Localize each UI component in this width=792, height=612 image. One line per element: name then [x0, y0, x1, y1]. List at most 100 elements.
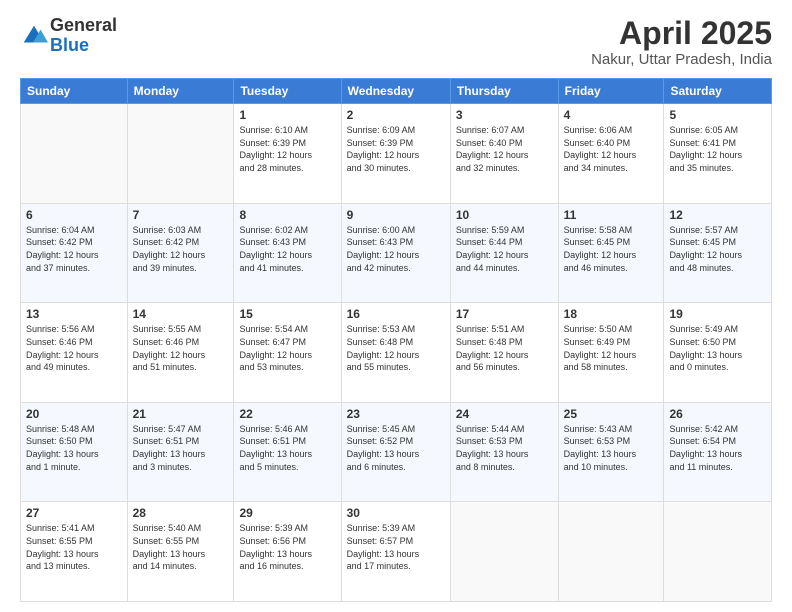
calendar-table: SundayMondayTuesdayWednesdayThursdayFrid… — [20, 78, 772, 602]
day-info: Sunrise: 5:43 AM Sunset: 6:53 PM Dayligh… — [564, 423, 659, 473]
day-info: Sunrise: 6:03 AM Sunset: 6:42 PM Dayligh… — [133, 224, 229, 274]
calendar-cell: 29Sunrise: 5:39 AM Sunset: 6:56 PM Dayli… — [234, 502, 341, 602]
calendar-cell: 22 Sunrise: 5:46 AM Sunset: 6:51 PM Dayli… — [234, 402, 341, 502]
day-info: Sunrise: 5:46 AM Sunset: 6:51 PM Dayligh… — [239, 423, 335, 473]
logo-area: General Blue — [20, 16, 117, 56]
day-number: 1 — [239, 108, 335, 122]
calendar-week-2: 6 Sunrise: 6:04 AM Sunset: 6:42 PM Daylig… — [21, 203, 772, 303]
calendar-cell: 11 Sunrise: 5:58 AM Sunset: 6:45 PM Dayli… — [558, 203, 664, 303]
location-title: Nakur, Uttar Pradesh, India — [591, 51, 772, 68]
day-info: Sunrise: 5:56 AM Sunset: 6:46 PM Dayligh… — [26, 323, 122, 373]
day-number: 16 — [347, 307, 445, 321]
day-number: 28 — [133, 506, 229, 520]
day-info: Sunrise: 6:09 AM Sunset: 6:39 PM Dayligh… — [347, 124, 445, 174]
day-number: 5 — [669, 108, 766, 122]
day-header-thursday: Thursday — [450, 79, 558, 104]
day-info: Sunrise: 6:00 AM Sunset: 6:43 PM Dayligh… — [347, 224, 445, 274]
day-number: 2 — [347, 108, 445, 122]
calendar-cell — [450, 502, 558, 602]
day-info: Sunrise: 5:53 AM Sunset: 6:48 PM Dayligh… — [347, 323, 445, 373]
day-number: 26 — [669, 407, 766, 421]
day-number: 25 — [564, 407, 659, 421]
calendar-cell: 30Sunrise: 5:39 AM Sunset: 6:57 PM Dayli… — [341, 502, 450, 602]
day-number: 3 — [456, 108, 553, 122]
day-number: 9 — [347, 208, 445, 222]
calendar-cell: 1Sunrise: 6:10 AM Sunset: 6:39 PM Daylig… — [234, 104, 341, 204]
calendar-cell: 24 Sunrise: 5:44 AM Sunset: 6:53 PM Dayli… — [450, 402, 558, 502]
day-info: Sunrise: 6:06 AM Sunset: 6:40 PM Dayligh… — [564, 124, 659, 174]
day-info: Sunrise: 6:04 AM Sunset: 6:42 PM Dayligh… — [26, 224, 122, 274]
day-number: 7 — [133, 208, 229, 222]
calendar-cell: 3 Sunrise: 6:07 AM Sunset: 6:40 PM Daylig… — [450, 104, 558, 204]
day-header-wednesday: Wednesday — [341, 79, 450, 104]
day-number: 22 — [239, 407, 335, 421]
day-number: 19 — [669, 307, 766, 321]
day-number: 24 — [456, 407, 553, 421]
day-number: 15 — [239, 307, 335, 321]
day-info: Sunrise: 5:49 AM Sunset: 6:50 PM Dayligh… — [669, 323, 766, 373]
logo-blue: Blue — [50, 35, 89, 55]
day-number: 4 — [564, 108, 659, 122]
day-info: Sunrise: 5:57 AM Sunset: 6:45 PM Dayligh… — [669, 224, 766, 274]
calendar-cell: 17Sunrise: 5:51 AM Sunset: 6:48 PM Dayli… — [450, 303, 558, 403]
logo-text: General Blue — [50, 16, 117, 56]
calendar-cell — [664, 502, 772, 602]
day-number: 21 — [133, 407, 229, 421]
calendar-week-3: 13 Sunrise: 5:56 AM Sunset: 6:46 PM Dayli… — [21, 303, 772, 403]
day-info: Sunrise: 5:48 AM Sunset: 6:50 PM Dayligh… — [26, 423, 122, 473]
day-number: 11 — [564, 208, 659, 222]
day-number: 13 — [26, 307, 122, 321]
day-header-monday: Monday — [127, 79, 234, 104]
calendar-cell: 23 Sunrise: 5:45 AM Sunset: 6:52 PM Dayli… — [341, 402, 450, 502]
calendar-cell — [21, 104, 128, 204]
logo-general: General — [50, 15, 117, 35]
calendar-cell: 21Sunrise: 5:47 AM Sunset: 6:51 PM Dayli… — [127, 402, 234, 502]
day-number: 18 — [564, 307, 659, 321]
day-info: Sunrise: 5:41 AM Sunset: 6:55 PM Dayligh… — [26, 522, 122, 572]
day-header-tuesday: Tuesday — [234, 79, 341, 104]
page: General Blue April 2025 Nakur, Uttar Pra… — [0, 0, 792, 612]
calendar-week-1: 1Sunrise: 6:10 AM Sunset: 6:39 PM Daylig… — [21, 104, 772, 204]
day-number: 23 — [347, 407, 445, 421]
calendar-cell: 9 Sunrise: 6:00 AM Sunset: 6:43 PM Daylig… — [341, 203, 450, 303]
calendar-cell: 2 Sunrise: 6:09 AM Sunset: 6:39 PM Daylig… — [341, 104, 450, 204]
day-info: Sunrise: 5:44 AM Sunset: 6:53 PM Dayligh… — [456, 423, 553, 473]
day-header-sunday: Sunday — [21, 79, 128, 104]
calendar-cell: 5 Sunrise: 6:05 AM Sunset: 6:41 PM Daylig… — [664, 104, 772, 204]
day-info: Sunrise: 6:05 AM Sunset: 6:41 PM Dayligh… — [669, 124, 766, 174]
day-number: 27 — [26, 506, 122, 520]
title-area: April 2025 Nakur, Uttar Pradesh, India — [591, 16, 772, 68]
day-info: Sunrise: 5:59 AM Sunset: 6:44 PM Dayligh… — [456, 224, 553, 274]
day-info: Sunrise: 5:45 AM Sunset: 6:52 PM Dayligh… — [347, 423, 445, 473]
calendar-cell: 13 Sunrise: 5:56 AM Sunset: 6:46 PM Dayli… — [21, 303, 128, 403]
day-number: 12 — [669, 208, 766, 222]
day-number: 17 — [456, 307, 553, 321]
month-title: April 2025 — [591, 16, 772, 51]
calendar-cell: 12 Sunrise: 5:57 AM Sunset: 6:45 PM Dayli… — [664, 203, 772, 303]
day-header-saturday: Saturday — [664, 79, 772, 104]
day-info: Sunrise: 5:40 AM Sunset: 6:55 PM Dayligh… — [133, 522, 229, 572]
calendar-cell: 16 Sunrise: 5:53 AM Sunset: 6:48 PM Dayli… — [341, 303, 450, 403]
calendar-cell: 28 Sunrise: 5:40 AM Sunset: 6:55 PM Dayli… — [127, 502, 234, 602]
header: General Blue April 2025 Nakur, Uttar Pra… — [20, 16, 772, 68]
calendar-cell: 27 Sunrise: 5:41 AM Sunset: 6:55 PM Dayli… — [21, 502, 128, 602]
calendar-cell: 25 Sunrise: 5:43 AM Sunset: 6:53 PM Dayli… — [558, 402, 664, 502]
day-number: 6 — [26, 208, 122, 222]
calendar-cell: 6 Sunrise: 6:04 AM Sunset: 6:42 PM Daylig… — [21, 203, 128, 303]
day-info: Sunrise: 6:07 AM Sunset: 6:40 PM Dayligh… — [456, 124, 553, 174]
day-number: 29 — [239, 506, 335, 520]
logo-icon — [20, 22, 48, 50]
day-info: Sunrise: 5:58 AM Sunset: 6:45 PM Dayligh… — [564, 224, 659, 274]
calendar-cell: 4 Sunrise: 6:06 AM Sunset: 6:40 PM Daylig… — [558, 104, 664, 204]
calendar-cell: 20Sunrise: 5:48 AM Sunset: 6:50 PM Dayli… — [21, 402, 128, 502]
day-number: 14 — [133, 307, 229, 321]
calendar-cell — [558, 502, 664, 602]
day-number: 8 — [239, 208, 335, 222]
calendar-cell: 7 Sunrise: 6:03 AM Sunset: 6:42 PM Daylig… — [127, 203, 234, 303]
calendar-week-5: 27 Sunrise: 5:41 AM Sunset: 6:55 PM Dayli… — [21, 502, 772, 602]
calendar-cell — [127, 104, 234, 204]
calendar-cell: 26 Sunrise: 5:42 AM Sunset: 6:54 PM Dayli… — [664, 402, 772, 502]
calendar-week-4: 20Sunrise: 5:48 AM Sunset: 6:50 PM Dayli… — [21, 402, 772, 502]
day-info: Sunrise: 5:42 AM Sunset: 6:54 PM Dayligh… — [669, 423, 766, 473]
calendar-cell: 15Sunrise: 5:54 AM Sunset: 6:47 PM Dayli… — [234, 303, 341, 403]
